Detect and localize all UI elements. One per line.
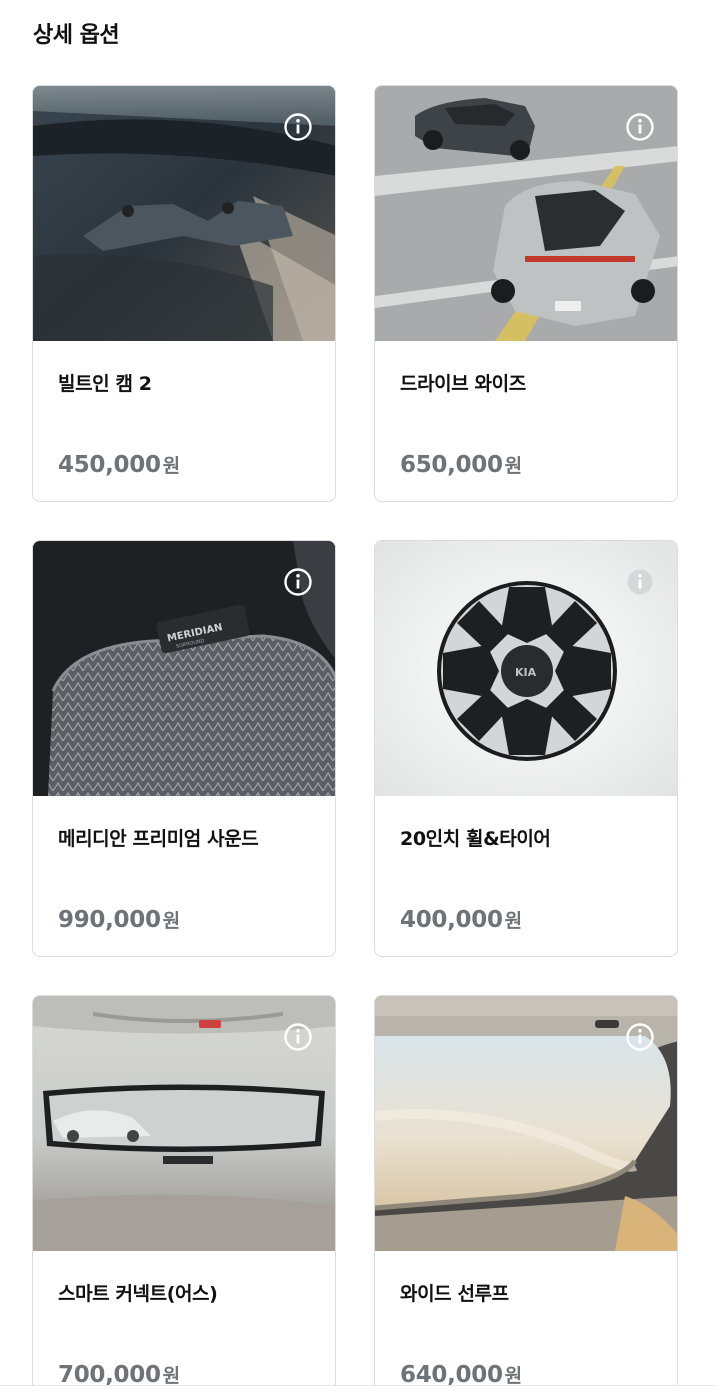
option-image: KIA xyxy=(375,541,677,796)
info-icon[interactable] xyxy=(284,113,312,141)
info-icon[interactable] xyxy=(284,568,312,596)
option-price: 990,000 원 xyxy=(58,906,180,933)
option-card-drive-wise[interactable]: 드라이브 와이즈 650,000 원 xyxy=(374,85,678,502)
price-unit: 원 xyxy=(162,455,180,477)
section-title: 상세 옵션 xyxy=(33,23,120,48)
option-image xyxy=(33,86,335,341)
option-image xyxy=(33,996,335,1251)
info-icon[interactable] xyxy=(626,568,654,596)
kia-badge-text: KIA xyxy=(515,666,537,679)
info-icon[interactable] xyxy=(284,1023,312,1051)
option-name: 빌트인 캠 2 xyxy=(58,373,152,395)
price-unit: 원 xyxy=(162,1365,180,1387)
price-value: 990,000 xyxy=(58,907,161,933)
option-price: 700,000 원 xyxy=(58,1361,180,1388)
option-card-smart-connect[interactable]: 스마트 커넥트(어스) 700,000 원 xyxy=(32,995,336,1398)
option-name: 메리디안 프리미엄 사운드 xyxy=(58,828,259,850)
option-image xyxy=(375,996,677,1251)
price-unit: 원 xyxy=(504,455,522,477)
option-price: 450,000 원 xyxy=(58,451,180,478)
option-price: 400,000 원 xyxy=(400,906,522,933)
option-name: 20인치 휠&타이어 xyxy=(400,828,551,850)
info-icon[interactable] xyxy=(626,113,654,141)
price-unit: 원 xyxy=(162,910,180,932)
bottom-edge xyxy=(0,1385,715,1398)
option-card-wheel[interactable]: KIA 20인치 휠&타이어 400,000 원 xyxy=(374,540,678,957)
price-value: 650,000 xyxy=(400,452,503,478)
option-name: 스마트 커넥트(어스) xyxy=(58,1283,218,1305)
option-price: 640,000 원 xyxy=(400,1361,522,1388)
option-name: 드라이브 와이즈 xyxy=(400,373,526,395)
price-unit: 원 xyxy=(504,1365,522,1387)
price-value: 450,000 xyxy=(58,452,161,478)
option-image: MERIDIAN SURROUND xyxy=(33,541,335,796)
option-name: 와이드 선루프 xyxy=(400,1283,509,1305)
price-value: 400,000 xyxy=(400,907,503,933)
price-unit: 원 xyxy=(504,910,522,932)
option-card-wide-sunroof[interactable]: 와이드 선루프 640,000 원 xyxy=(374,995,678,1398)
option-card-builtin-cam[interactable]: 빌트인 캠 2 450,000 원 xyxy=(32,85,336,502)
option-image xyxy=(375,86,677,341)
option-card-meridian-sound[interactable]: MERIDIAN SURROUND 메리디안 프리미엄 사운드 990,000 원 xyxy=(32,540,336,957)
info-icon[interactable] xyxy=(626,1023,654,1051)
option-price: 650,000 원 xyxy=(400,451,522,478)
detail-options-page: 상세 옵션 빌트인 캠 2 450,000 원 드라이브 와이즈 650,000… xyxy=(0,0,715,1398)
